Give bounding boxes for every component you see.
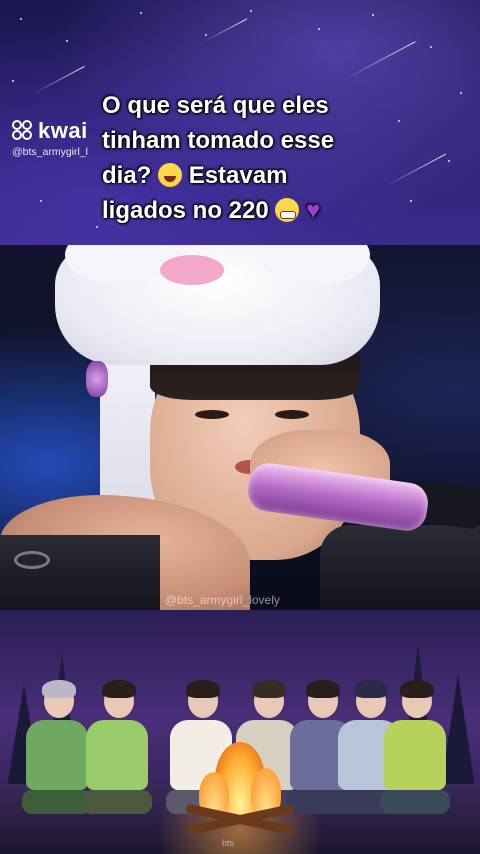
eye-right: [275, 410, 309, 419]
post-caption: O que será que eles tinham tomado esse d…: [102, 88, 392, 228]
campfire-icon: [185, 742, 295, 836]
member-7: [380, 680, 450, 814]
kwai-logo: kwai: [12, 118, 88, 144]
earring: [86, 361, 108, 397]
member-2: [82, 680, 152, 814]
caption-line-3-end: Estavam: [188, 162, 288, 189]
photo-watermark: @bts_armygirl_lovely: [165, 593, 280, 607]
eye-left: [195, 410, 229, 419]
bunny-hat: [55, 245, 380, 365]
caption-line-4-text: ligados no 220: [102, 197, 269, 224]
caption-line-3: dia? Estavam: [102, 158, 392, 193]
purple-heart-icon: ♥: [306, 197, 321, 224]
grinning-emoji-icon: [275, 198, 300, 222]
user-handle: @bts_armygirl_l: [12, 146, 89, 158]
laughing-emoji-icon: [158, 163, 183, 187]
caption-line-1: O que será que eles: [102, 92, 329, 119]
campfire-illustration: bts: [0, 610, 480, 854]
kwai-logo-text: kwai: [38, 118, 88, 143]
kwai-logo-icon: [12, 120, 34, 142]
caption-banner: kwai @bts_armygirl_l O que será que eles…: [0, 0, 480, 245]
concert-photo: @bts_armygirl_lovely: [0, 245, 480, 610]
caption-line-4: ligados no 220 ♥: [102, 193, 392, 228]
caption-line-2: tinham tomado esse: [102, 127, 335, 154]
hat-pink-patch: [160, 255, 224, 285]
finger-ring: [14, 551, 50, 569]
illustration-watermark: bts: [222, 838, 235, 848]
jacket: [320, 525, 480, 610]
sleeve: [0, 535, 160, 610]
caption-line-3-start: dia?: [102, 162, 152, 189]
